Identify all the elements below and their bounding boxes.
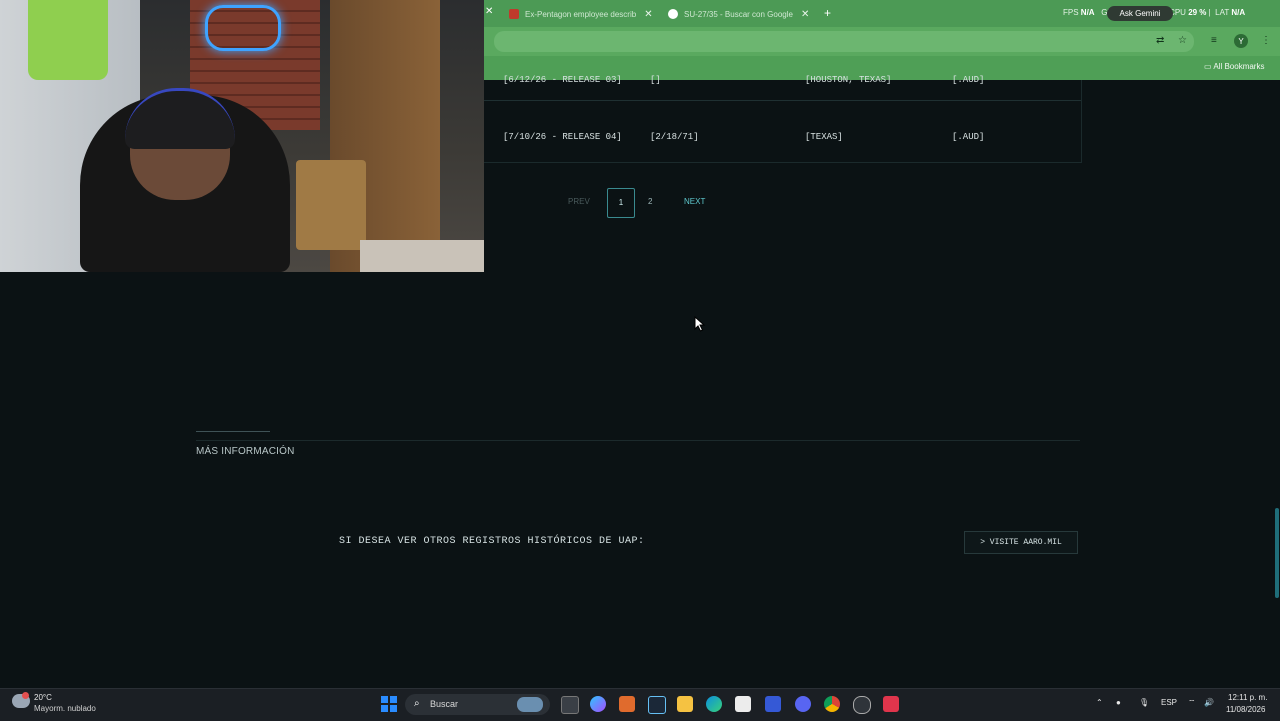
app-orange-icon[interactable] — [619, 696, 635, 712]
records-table: [6/12/26 - RELEASE 03] [] [HOUSTON, TEXA… — [484, 75, 1082, 163]
type-cell: [.AUD] — [952, 132, 985, 142]
type-cell: [.AUD] — [952, 75, 985, 85]
steam-icon[interactable] — [648, 696, 666, 714]
menu-kebab-icon[interactable]: ⋮ — [1261, 35, 1271, 46]
folder-icon: ▭ — [1204, 62, 1212, 71]
webcam-overlay — [0, 0, 484, 272]
settings-gear-icon[interactable] — [853, 696, 871, 714]
tab-close-icon[interactable]: ✕ — [485, 6, 493, 17]
app-red-icon[interactable] — [883, 696, 899, 712]
tab-label: Ex-Pentagon employee describ — [525, 9, 637, 19]
bookmark-star-icon[interactable]: ☆ — [1178, 35, 1187, 46]
discord-icon[interactable] — [795, 696, 811, 712]
webcam-floor — [360, 240, 484, 272]
lat-value: N/A — [1231, 8, 1246, 17]
weather-desc[interactable]: Mayorm. nublado — [34, 704, 96, 713]
new-tab-button[interactable]: + — [824, 6, 831, 20]
page-2-button[interactable]: 2 — [648, 188, 652, 216]
next-page-button[interactable]: NEXT — [684, 188, 705, 216]
chrome-icon[interactable] — [824, 696, 840, 712]
tab-label: SU-27/35 - Buscar con Google — [684, 9, 793, 19]
location-cell: [HOUSTON, TEXAS] — [805, 75, 892, 85]
volume-icon[interactable]: 🔊 — [1204, 698, 1214, 707]
mouse-cursor-icon — [694, 316, 706, 332]
weather-temp[interactable]: 20°C — [34, 693, 52, 702]
search-highlight-icon — [517, 697, 543, 712]
app-blue-icon[interactable] — [765, 696, 781, 712]
media-queue-icon[interactable]: ≡ — [1211, 35, 1217, 46]
search-icon: ⌕ — [414, 698, 420, 709]
task-view-icon[interactable] — [561, 696, 579, 714]
section-divider — [196, 440, 1080, 441]
prev-page-button[interactable]: PREV — [568, 188, 590, 216]
omnibox[interactable] — [494, 31, 1194, 52]
store-icon[interactable] — [735, 696, 751, 712]
all-bookmarks-label: All Bookmarks — [1213, 62, 1265, 71]
file-explorer-icon[interactable] — [677, 696, 693, 712]
microphone-icon[interactable]: 🎙 — [1139, 698, 1149, 707]
tray-app-icon[interactable]: ● — [1116, 698, 1121, 707]
webcam-shelf — [296, 160, 366, 250]
all-bookmarks-button[interactable]: ▭ All Bookmarks — [1204, 62, 1264, 71]
wifi-icon[interactable]: ⌔ — [1188, 698, 1196, 708]
more-info-heading: MÁS INFORMACIÓN — [196, 446, 295, 457]
cpu-value: 29 % — [1188, 8, 1207, 17]
taskbar-search[interactable]: ⌕ Buscar — [405, 694, 550, 715]
windows-start-icon[interactable] — [381, 696, 397, 712]
table-row[interactable]: [6/12/26 - RELEASE 03] [] [HOUSTON, TEXA… — [484, 60, 1081, 101]
tab-ex-pentagon[interactable]: Ex-Pentagon employee describ ✕ — [503, 4, 653, 24]
webcam-neon-controller — [205, 5, 281, 51]
visit-aaro-button[interactable]: > VISITE AARO.MIL — [964, 531, 1078, 554]
tray-chevron-icon[interactable]: ⌃ — [1096, 698, 1103, 707]
scrollbar-thumb[interactable] — [1275, 508, 1279, 598]
section-accent-line — [196, 431, 270, 432]
taskbar — [0, 688, 1280, 721]
language-indicator[interactable]: ESP — [1161, 698, 1177, 707]
profile-avatar[interactable]: Y — [1234, 34, 1248, 48]
clock-date[interactable]: 11/08/2026 — [1226, 705, 1265, 714]
translate-icon[interactable]: ⇄ — [1156, 35, 1164, 46]
release-cell: [6/12/26 - RELEASE 03] — [503, 75, 622, 85]
ask-gemini-button[interactable]: Ask Gemini — [1107, 6, 1173, 21]
location-cell: [TEXAS] — [805, 132, 843, 142]
pagination: PREV 1 2 NEXT — [560, 188, 730, 218]
page-1-button[interactable]: 1 — [607, 188, 635, 218]
table-row[interactable]: [7/10/26 - RELEASE 04] [2/18/71] [TEXAS]… — [484, 117, 1081, 157]
copilot-icon[interactable] — [590, 696, 606, 712]
search-label: Buscar — [430, 699, 459, 709]
uap-records-prompt: SI DESEA VER OTROS REGISTROS HISTÓRICOS … — [339, 536, 645, 547]
clock-time[interactable]: 12:11 p. m. — [1228, 693, 1267, 702]
release-cell: [7/10/26 - RELEASE 04] — [503, 132, 622, 142]
news-favicon-icon — [509, 9, 519, 19]
tab-close-icon[interactable]: ✕ — [644, 9, 652, 20]
fps-value: N/A — [1080, 8, 1095, 17]
tab-close-icon[interactable]: ✕ — [801, 9, 809, 20]
tab-google-search[interactable]: SU-27/35 - Buscar con Google ✕ — [662, 4, 809, 24]
date-cell: [] — [650, 75, 661, 85]
fps-label: FPS — [1063, 8, 1079, 17]
lat-label: LAT — [1215, 8, 1230, 17]
google-favicon-icon — [668, 9, 678, 19]
webcam-jersey — [28, 0, 108, 80]
alert-dot-icon — [22, 692, 29, 699]
edge-icon[interactable] — [706, 696, 722, 712]
date-cell: [2/18/71] — [650, 132, 699, 142]
